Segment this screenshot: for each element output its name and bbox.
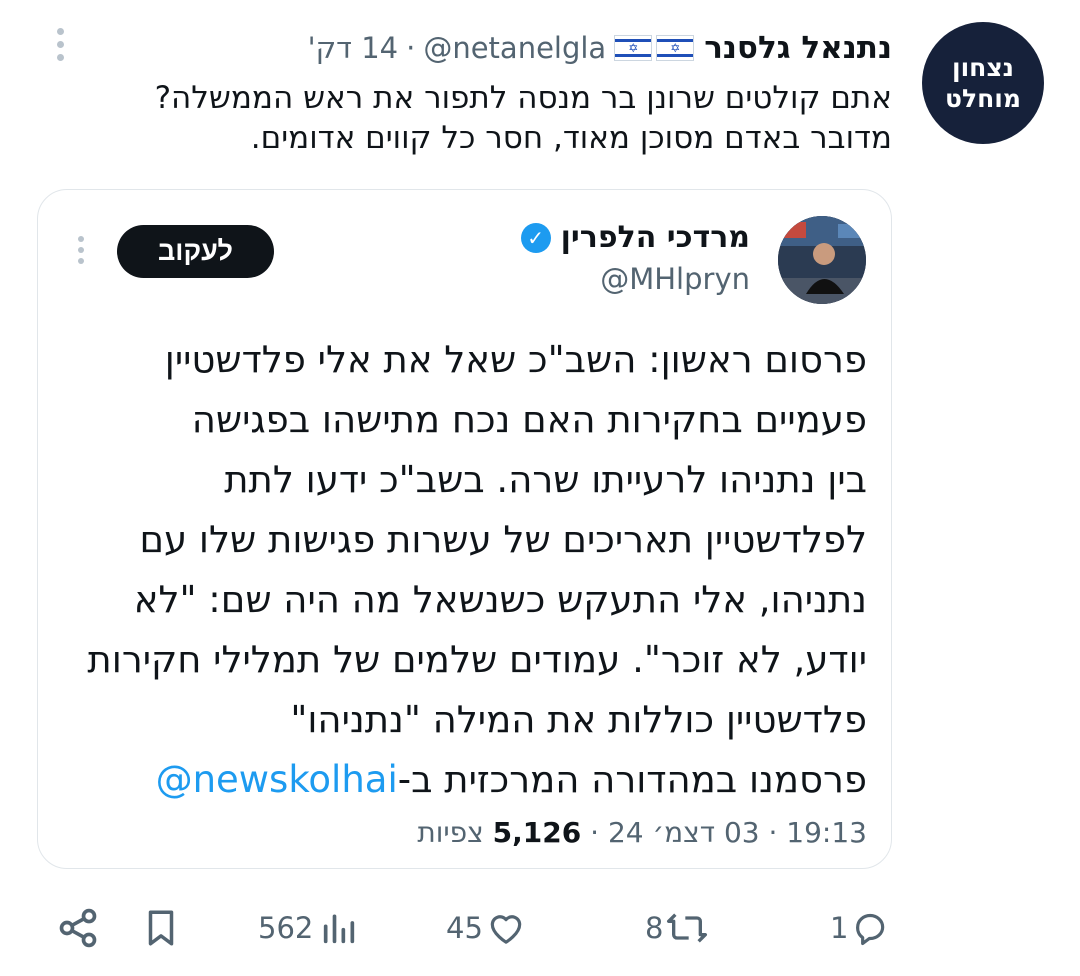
repost-button[interactable]: 8	[645, 900, 709, 956]
quoted-text-line: פרסום ראשון: השב"כ שאל את אלי פלדשטיין	[164, 338, 867, 381]
quoted-tweet-meta: 19:13 · 03 דצמ׳ 24 · 5,126 צפיות	[417, 816, 867, 849]
meta-separator: ·	[406, 31, 416, 65]
quoted-text-line: נתניהו, אלי התעקש כשנשאל מה היה שם: "לא	[133, 578, 867, 621]
quoted-text-last: פרסמנו במהדורה המרכזית ב-	[397, 758, 867, 801]
repost-icon	[667, 913, 708, 943]
bookmark-icon	[148, 910, 174, 946]
quoted-author-avatar[interactable]	[778, 216, 866, 304]
share-icon	[59, 908, 97, 948]
avatar-text-line1: נצחון	[952, 53, 1014, 82]
verified-badge-icon: ✓	[520, 222, 551, 253]
israel-flag-icon: ✡	[614, 35, 653, 61]
analytics-icon	[324, 914, 355, 944]
repost-count: 8	[645, 911, 664, 945]
quoted-time[interactable]: 19:13	[786, 816, 867, 849]
quoted-text-line: יודע, לא זוכר". עמודים שלמים של תמלילי ח…	[87, 638, 867, 681]
follow-button[interactable]: לעקוב	[117, 225, 274, 278]
share-button[interactable]	[56, 900, 100, 956]
heart-icon	[490, 915, 522, 944]
tweet-text: אתם קולטים שרונן בר מנסה לתפור את ראש המ…	[154, 80, 892, 156]
more-options-icon[interactable]	[50, 28, 70, 68]
quoted-text-line: לפלדשטיין תאריכים של עשרות פגישות שלו עם	[139, 518, 867, 561]
quoted-date[interactable]: 03 דצמ׳ 24	[608, 816, 760, 849]
views-count: 5,126	[492, 816, 582, 849]
reply-count: 1	[830, 911, 849, 945]
avatar-text-line2: מוחלט	[945, 84, 1021, 113]
like-count: 45	[446, 911, 483, 945]
quoted-author-handle[interactable]: @MHlpryn	[600, 262, 750, 296]
quoted-author-name-row: מרדכי הלפרין ✓	[520, 220, 750, 255]
like-button[interactable]: 45	[446, 900, 527, 956]
mention-link[interactable]: @newskolhai	[156, 758, 398, 801]
quoted-text-line: בין נתניהו לרעייתו שרה. בשב"כ ידעו לתת	[224, 458, 867, 501]
views-button[interactable]: 562	[258, 900, 359, 956]
views-label: צפיות	[417, 816, 484, 849]
quoted-text-line: פרסמנו במהדורה המרכזית ב-@newskolhai	[77, 750, 867, 810]
bookmark-button[interactable]	[140, 900, 182, 956]
reply-icon	[856, 913, 885, 946]
flag-group: ✡ ✡	[614, 35, 695, 61]
meta-dot: ·	[590, 816, 600, 849]
author-avatar[interactable]: נצחון מוחלט	[922, 22, 1044, 144]
quoted-more-options-icon[interactable]	[75, 236, 87, 268]
quoted-author-name[interactable]: מרדכי הלפרין	[561, 220, 750, 255]
quoted-text-line: פלדשטיין כוללות את המילה "נתניהו"	[290, 698, 867, 741]
reply-button[interactable]: 1	[830, 900, 891, 956]
meta-dot: ·	[768, 816, 778, 849]
israel-flag-icon: ✡	[656, 35, 695, 61]
tweet-header: נתנאל גלסנר ✡ ✡ @netanelgla · 14 דק'	[308, 26, 892, 70]
quoted-tweet-text: פרסום ראשון: השב"כ שאל את אלי פלדשטיין פ…	[77, 330, 867, 810]
author-handle[interactable]: @netanelgla	[423, 31, 606, 65]
quoted-text-line: פעמיים בחקירות האם נכח מתישהו בפגישה	[191, 398, 867, 441]
author-name[interactable]: נתנאל גלסנר	[704, 30, 892, 66]
views-action-count: 562	[258, 911, 314, 945]
tweet-time[interactable]: 14 דק'	[308, 31, 399, 65]
